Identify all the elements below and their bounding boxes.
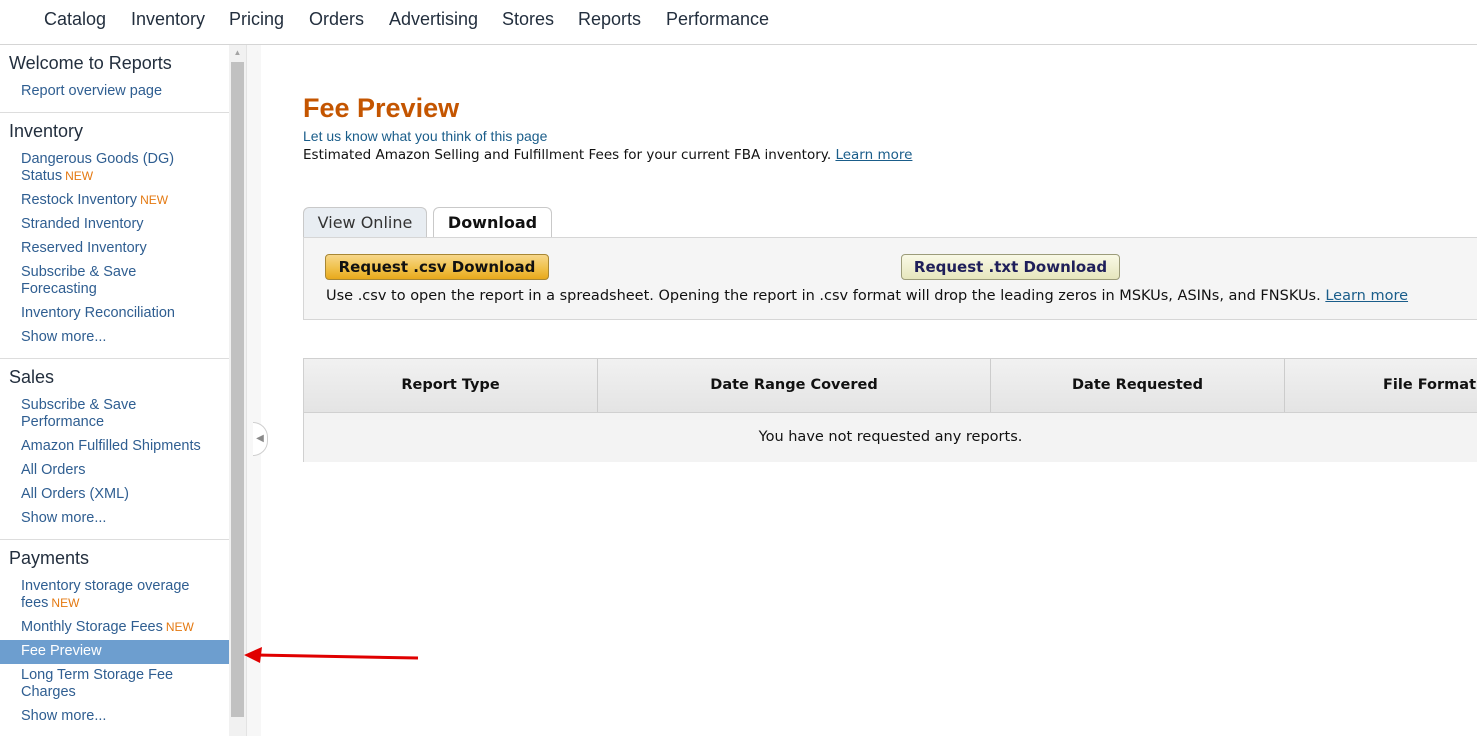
sidebar-section-title: Sales [9, 367, 55, 387]
new-badge: NEW [165, 620, 194, 634]
sidebar-item-show-more-sales[interactable]: Show more... [0, 507, 229, 531]
empty-table-message: You have not requested any reports. [758, 429, 1023, 445]
tab-download[interactable]: Download [433, 207, 552, 239]
nav-reports[interactable]: Reports [578, 9, 641, 30]
page-description: Estimated Amazon Selling and Fulfillment… [303, 147, 912, 163]
sidebar-item-label: Inventory storage overage fees [21, 578, 190, 611]
sidebar-scrollbar[interactable]: ▲ [229, 45, 246, 736]
scrollbar-thumb[interactable] [231, 62, 244, 717]
request-txt-download-button[interactable]: Request .txt Download [901, 254, 1120, 280]
download-panel: Request .csv Download Request .txt Downl… [303, 237, 1477, 320]
learn-more-link[interactable]: Learn more [835, 147, 912, 163]
collapse-sidebar-icon[interactable]: ◀ [253, 422, 268, 456]
sidebar-section-title: Welcome to Reports [9, 53, 172, 73]
sidebar-section-sales: Sales Subscribe & Save Performance Amazo… [0, 359, 229, 540]
sidebar-item-all-orders-xml[interactable]: All Orders (XML) [0, 483, 229, 507]
csv-note-text: Use .csv to open the report in a spreads… [326, 288, 1321, 304]
sidebar-item-show-more-inventory[interactable]: Show more... [0, 326, 229, 350]
sidebar-divider [246, 45, 261, 736]
sidebar-section-inventory: Inventory Dangerous Goods (DG) Status NEW… [0, 113, 229, 359]
nav-performance[interactable]: Performance [666, 9, 769, 30]
page-description-text: Estimated Amazon Selling and Fulfillment… [303, 147, 832, 163]
new-badge: NEW [65, 169, 94, 183]
requested-reports-table: Report Type Date Range Covered Date Requ… [303, 358, 1477, 462]
column-header-date-requested: Date Requested [991, 359, 1285, 412]
annotation-arrow-icon [244, 647, 419, 663]
main-content: Fee Preview Let us know what you think o… [303, 45, 1477, 736]
reports-sidebar: Welcome to Reports Report overview page … [0, 45, 230, 736]
sidebar-section-title: Inventory [9, 121, 84, 141]
sidebar-item-subscribe-save-forecasting[interactable]: Subscribe & Save Forecasting [0, 261, 169, 302]
nav-advertising[interactable]: Advertising [389, 9, 478, 30]
sidebar-item-label: Dangerous Goods (DG) Status [21, 151, 175, 184]
new-badge: NEW [51, 596, 80, 610]
sidebar-item-show-more-payments[interactable]: Show more... [0, 705, 229, 729]
sidebar-item-report-overview[interactable]: Report overview page [0, 80, 229, 104]
csv-learn-more-link[interactable]: Learn more [1325, 288, 1408, 304]
sidebar-section-welcome: Welcome to Reports Report overview page [0, 45, 229, 113]
table-body: You have not requested any reports. [304, 413, 1477, 462]
sidebar-item-stranded-inventory[interactable]: Stranded Inventory [0, 213, 229, 237]
request-csv-download-button[interactable]: Request .csv Download [325, 254, 549, 280]
sidebar-item-amazon-fulfilled-shipments[interactable]: Amazon Fulfilled Shipments [0, 435, 229, 459]
page-title: Fee Preview [303, 93, 460, 123]
sidebar-item-inventory-reconciliation[interactable]: Inventory Reconciliation [0, 302, 229, 326]
nav-inventory[interactable]: Inventory [131, 9, 205, 30]
column-header-date-range: Date Range Covered [598, 359, 991, 412]
sidebar-item-label: Restock Inventory [21, 192, 138, 208]
new-badge: NEW [140, 193, 169, 207]
csv-note: Use .csv to open the report in a spreads… [326, 288, 1408, 304]
sidebar-item-dangerous-goods[interactable]: Dangerous Goods (DG) Status NEW [0, 148, 199, 189]
sidebar-item-storage-overage-fees[interactable]: Inventory storage overage fees NEW [0, 575, 209, 616]
sidebar-item-monthly-storage-fees[interactable]: Monthly Storage Fees NEW [0, 616, 229, 640]
scroll-up-arrow-icon[interactable]: ▲ [229, 45, 246, 61]
sidebar-section-title: Payments [9, 548, 90, 568]
sidebar-item-fee-preview[interactable]: Fee Preview [0, 640, 229, 664]
sidebar-item-restock-inventory[interactable]: Restock Inventory NEW [0, 189, 229, 213]
column-header-report-type: Report Type [304, 359, 598, 412]
nav-catalog[interactable]: Catalog [44, 9, 106, 30]
sidebar-item-reserved-inventory[interactable]: Reserved Inventory [0, 237, 229, 261]
table-header: Report Type Date Range Covered Date Requ… [304, 359, 1477, 413]
top-nav: Catalog Inventory Pricing Orders Adverti… [0, 0, 1477, 45]
sidebar-section-payments: Payments Inventory storage overage fees N… [0, 540, 229, 736]
column-header-file-format: File Format [1383, 377, 1476, 393]
feedback-link[interactable]: Let us know what you think of this page [303, 128, 547, 144]
nav-stores[interactable]: Stores [502, 9, 554, 30]
sidebar-item-all-orders[interactable]: All Orders [0, 459, 229, 483]
tab-view-online[interactable]: View Online [303, 207, 427, 238]
sidebar-item-label: Monthly Storage Fees [21, 619, 163, 635]
sidebar-item-long-term-storage-fee-charges[interactable]: Long Term Storage Fee Charges [0, 664, 199, 705]
nav-pricing[interactable]: Pricing [229, 9, 284, 30]
nav-orders[interactable]: Orders [309, 9, 364, 30]
sidebar-item-subscribe-save-performance[interactable]: Subscribe & Save Performance [0, 394, 169, 435]
